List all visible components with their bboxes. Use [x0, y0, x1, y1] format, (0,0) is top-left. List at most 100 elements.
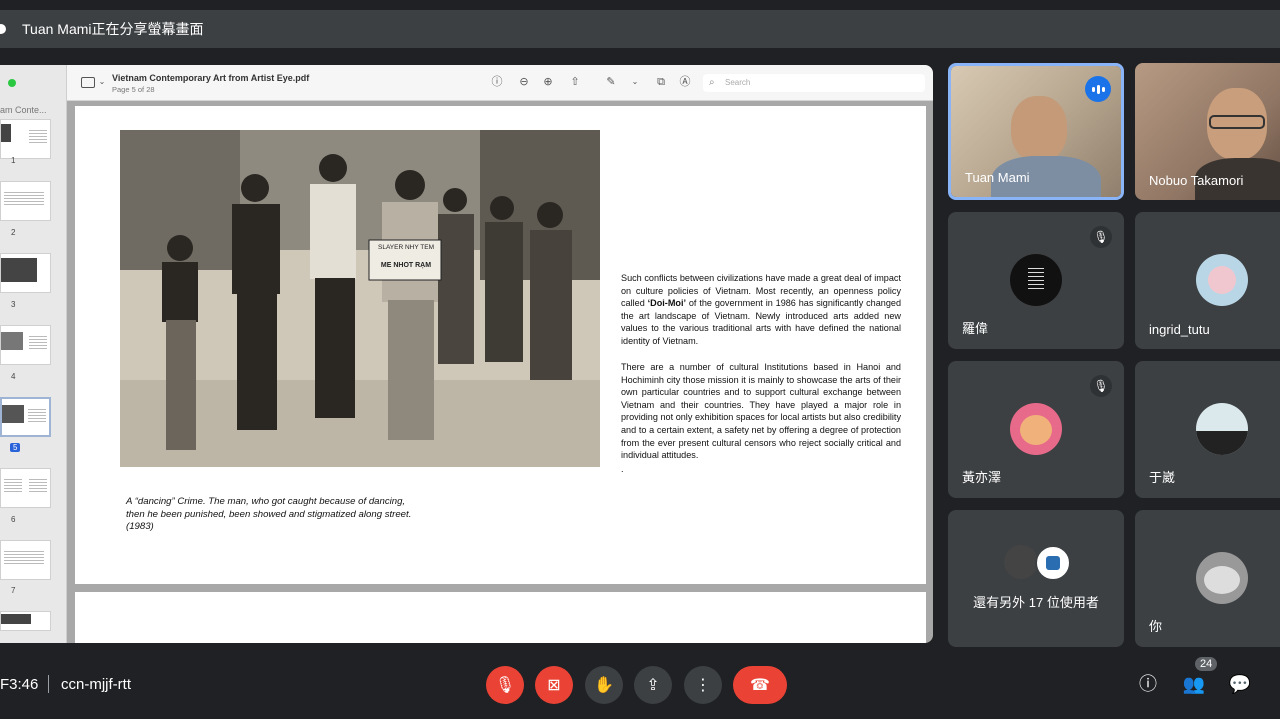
page-thumbnail-2[interactable] [0, 181, 51, 221]
photo-caption: A “dancing” Crime. The man, who got caug… [126, 496, 426, 534]
thumbnail-number-selected: 5 [10, 443, 21, 452]
participant-name: 你 [1149, 619, 1163, 634]
speaking-indicator-icon [1085, 76, 1111, 102]
pdf-page-info: Page 5 of 28 [112, 85, 155, 94]
avatar [1035, 545, 1071, 581]
hang-up-icon: ☎ [750, 677, 770, 694]
doi-moi-term: ‘Doi-Moi’ [647, 298, 687, 309]
participant-tile-tuan-mami[interactable]: Tuan Mami [948, 63, 1124, 200]
clock-time: F3:46 [0, 676, 39, 693]
share-icon[interactable]: ⇧ [568, 75, 582, 89]
avatar [1196, 403, 1248, 455]
zoom-out-icon[interactable]: ⊖ [517, 75, 531, 89]
photo-sign-text: SLAYER NHY TEM [378, 244, 434, 251]
present-icon: ⇪ [646, 677, 660, 694]
page-thumbnail-8[interactable] [0, 611, 51, 631]
page-thumbnail-7[interactable] [0, 540, 51, 580]
pdf-toolbar: ⌄ Vietnam Contemporary Art from Artist E… [67, 65, 933, 101]
zoom-in-icon[interactable]: ⊕ [541, 75, 555, 89]
paragraph-doi-moi: Such conflicts between civilizations hav… [621, 272, 901, 348]
meeting-code: ccn-mjjf-rtt [61, 676, 131, 693]
photo-sign-text-2: ME NHOT RẠM [380, 262, 432, 269]
mic-muted-icon: 🎙 [1090, 375, 1112, 397]
page-thumbnail-6[interactable] [0, 468, 51, 508]
participant-name: ingrid_tutu [1149, 322, 1210, 337]
thumbnail-number: 1 [11, 156, 16, 165]
participant-name: 黃亦澤 [962, 470, 1002, 485]
raise-hand-button[interactable]: ✋ [585, 666, 623, 704]
thumbnail-number: 2 [11, 228, 16, 237]
leave-call-button[interactable]: ☎ [733, 666, 787, 704]
thumbnail-number: 4 [11, 372, 16, 381]
caption-line: (1983) [126, 521, 154, 532]
divider [48, 675, 49, 693]
photo-illustration [120, 130, 600, 467]
participant-name: Tuan Mami [965, 170, 1030, 185]
page-thumbnail-3[interactable] [0, 253, 51, 293]
pdf-page-6 [75, 592, 926, 643]
participant-count-badge: 24 [1195, 657, 1218, 671]
pdf-page-5: SLAYER NHY TEM ME NHOT RẠM A “dancing” C… [75, 106, 926, 584]
rotate-icon[interactable]: ⧉ [654, 75, 668, 89]
paragraph-dot: . [621, 464, 624, 474]
thumbnail-number: 7 [11, 586, 16, 595]
participant-name: 于崴 [1149, 470, 1176, 485]
meeting-control-bar: F3:46 ccn-mjjf-rtt 🎙 ⊠ ✋ ⇪ ⋮ ☎ ⓘ 👥 24 💬 [0, 650, 1280, 719]
participant-tile-yu-wei[interactable]: 于崴 [1135, 361, 1280, 498]
toggle-camera-button[interactable]: ⊠ [535, 666, 573, 704]
camera-off-icon: ⊠ [547, 677, 561, 694]
avatar [1004, 545, 1038, 579]
participant-tile-huang-yi-ze[interactable]: 🎙 黃亦澤 [948, 361, 1124, 498]
pdf-page-view[interactable]: SLAYER NHY TEM ME NHOT RẠM A “dancing” C… [67, 101, 933, 643]
paragraph-institutions: There are a number of cultural Instituti… [621, 362, 901, 461]
sidebar-doc-title: am Conte... [0, 105, 47, 115]
chat-icon[interactable]: 💬 [1228, 672, 1252, 696]
more-vert-icon: ⋮ [695, 677, 711, 694]
share-banner-text: Tuan Mami正在分享螢幕畫面 [22, 21, 204, 37]
meeting-details-icon[interactable]: ⓘ [1136, 672, 1160, 696]
thumbnail-number: 6 [11, 515, 16, 524]
chevron-down-icon[interactable]: ⌄ [95, 75, 109, 89]
people-icon[interactable]: 👥 [1182, 672, 1206, 696]
markup-pen-icon[interactable]: ✎ [604, 75, 618, 89]
pdf-search-input[interactable]: ⌕ Search [703, 74, 925, 92]
avatar [1010, 254, 1062, 306]
page-thumbnail-1[interactable] [0, 119, 51, 159]
search-placeholder: Search [725, 78, 751, 87]
mic-muted-icon: 🎙 [1090, 226, 1112, 248]
pdf-filename: Vietnam Contemporary Art from Artist Eye… [112, 73, 310, 83]
more-options-button[interactable]: ⋮ [684, 666, 722, 704]
shared-screen: am Conte... 1 2 3 4 5 6 7 ⌄ Vietnam Cont… [0, 65, 933, 643]
page-thumbnail-5[interactable] [0, 397, 51, 437]
hand-icon: ✋ [594, 677, 614, 694]
chevron-down-icon[interactable]: ⌄ [628, 75, 642, 89]
presenting-dot-icon [0, 24, 6, 34]
mic-off-icon: 🎙 [494, 677, 516, 694]
thumbnail-number: 3 [11, 300, 16, 309]
search-icon: ⌕ [709, 77, 715, 88]
sidebar-toggle-icon[interactable] [81, 77, 95, 88]
participant-tile-you[interactable]: 你 [1135, 510, 1280, 647]
avatar [1196, 254, 1248, 306]
caption-line: then he been punished, been showed and s… [126, 508, 412, 520]
pdf-thumbnail-sidebar[interactable]: am Conte... 1 2 3 4 5 6 7 [0, 65, 67, 643]
top-strip [0, 0, 1280, 10]
annotate-icon[interactable]: Ⓐ [678, 75, 692, 89]
screen-share-banner: Tuan Mami正在分享螢幕畫面 [0, 10, 1280, 48]
participant-tile-luo-wei[interactable]: 🎙 羅偉 [948, 212, 1124, 349]
info-icon[interactable]: ⓘ [490, 75, 504, 89]
window-zoom-button[interactable] [8, 79, 16, 87]
caption-line: A “dancing” Crime. The man, who got caug… [126, 496, 406, 507]
toggle-microphone-button[interactable]: 🎙 [486, 666, 524, 704]
participant-tile-ingrid-tutu[interactable]: ingrid_tutu [1135, 212, 1280, 349]
participant-tile-nobuo-takamori[interactable]: Nobuo Takamori [1135, 63, 1280, 200]
participant-name: Nobuo Takamori [1149, 173, 1244, 188]
participant-tile-others[interactable]: 還有另外 17 位使用者 [948, 510, 1124, 647]
other-participants-label: 還有另外 17 位使用者 [973, 595, 1099, 610]
participant-name: 羅偉 [962, 321, 989, 336]
historical-photo: SLAYER NHY TEM ME NHOT RẠM [120, 130, 600, 467]
page-thumbnail-4[interactable] [0, 325, 51, 365]
present-screen-button[interactable]: ⇪ [634, 666, 672, 704]
avatar [1196, 552, 1248, 604]
avatar [1010, 403, 1062, 455]
